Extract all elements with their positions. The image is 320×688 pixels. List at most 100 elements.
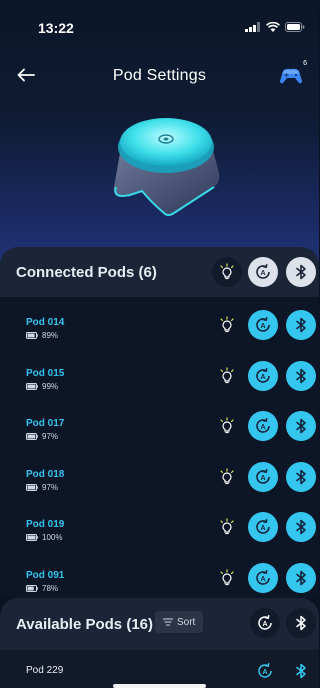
pod-auto-button[interactable]: A	[248, 562, 278, 593]
auto-cycle-icon: A	[256, 569, 270, 585]
bluetooth-icon	[296, 317, 306, 333]
bluetooth-icon	[296, 519, 306, 535]
pod-illustration	[113, 118, 220, 216]
battery-icon	[26, 433, 38, 440]
pod-light-button[interactable]	[212, 361, 242, 391]
pod-row[interactable]: Pod 015 99% A	[0, 351, 319, 401]
battery-icon	[26, 534, 38, 541]
available-pod-bluetooth-button[interactable]	[286, 656, 316, 686]
lightbulb-icon	[220, 263, 234, 280]
pod-row[interactable]: Pod 019 100% A	[0, 502, 319, 552]
pod-light-button[interactable]	[212, 310, 242, 340]
gamepad-icon	[280, 68, 302, 84]
battery-icon	[26, 483, 38, 491]
pod-bluetooth-button[interactable]	[286, 310, 316, 340]
available-auto-all-button[interactable]: A	[250, 608, 280, 638]
pod-battery-percent: 78%	[42, 583, 59, 593]
lightbulb-icon	[220, 417, 234, 434]
page-title: Pod Settings	[112, 67, 207, 84]
available-pods-title: Available Pods (16)	[16, 615, 153, 633]
lightbulb-icon	[220, 316, 234, 333]
battery-icon	[26, 584, 38, 592]
pod-auto-button[interactable]: A	[248, 461, 278, 492]
lightbulb-icon	[220, 568, 234, 585]
svg-text:A: A	[260, 475, 265, 482]
controller-count-badge: 6	[303, 60, 307, 67]
signal-icon	[245, 22, 260, 32]
hero-banner: 13:22 Pod Settings 6	[0, 0, 319, 262]
pod-auto-button[interactable]: A	[248, 411, 278, 441]
lightbulb-icon	[220, 518, 234, 535]
svg-text:A: A	[260, 323, 265, 330]
svg-text:A: A	[262, 621, 267, 628]
pod-light-button[interactable]	[212, 512, 242, 542]
lightbulb-icon	[220, 366, 234, 383]
status-bar: 13:22	[0, 0, 319, 44]
pod-battery-percent: 99%	[42, 381, 59, 391]
pod-bluetooth-button[interactable]	[286, 562, 316, 593]
status-icons	[245, 22, 305, 32]
bluetooth-icon	[296, 663, 306, 679]
home-indicator	[113, 684, 206, 688]
sort-lines-icon	[163, 618, 173, 626]
pod-name: Pod 015	[26, 367, 65, 379]
connected-bluetooth-all-button[interactable]	[286, 257, 316, 287]
bluetooth-icon	[296, 469, 306, 484]
pod-row[interactable]: Pod 091 78% A	[0, 553, 319, 603]
pod-name: Pod 014	[26, 317, 65, 328]
status-time: 13:22	[38, 20, 74, 36]
auto-cycle-icon: A	[256, 468, 270, 484]
pod-battery-percent: 89%	[42, 331, 59, 340]
available-pod-name: Pod 229	[26, 665, 64, 676]
pod-bluetooth-button[interactable]	[286, 461, 316, 492]
pod-battery: 97%	[26, 432, 58, 441]
pod-name: Pod 019	[26, 519, 65, 530]
controller-button[interactable]: 6	[279, 60, 307, 88]
available-pod-row[interactable]: Pod 229 A	[0, 650, 319, 688]
sort-label: Sort	[177, 616, 196, 628]
connected-pods-title: Connected Pods (6)	[16, 263, 157, 281]
connected-light-all-button[interactable]	[212, 257, 242, 287]
pod-light-button[interactable]	[212, 563, 242, 593]
pod-name: Pod 018	[26, 468, 65, 480]
lightbulb-icon	[220, 467, 234, 484]
svg-text:A: A	[262, 669, 267, 676]
connected-pods-header: Connected Pods (6) A	[0, 247, 319, 297]
auto-cycle-icon: A	[256, 418, 270, 433]
wifi-icon	[266, 22, 280, 32]
pod-auto-button[interactable]: A	[248, 512, 278, 542]
auto-cycle-icon: A	[256, 264, 270, 279]
pod-row[interactable]: Pod 014 89% A	[0, 300, 319, 350]
svg-text:A: A	[260, 270, 265, 277]
svg-text:A: A	[260, 374, 265, 381]
bluetooth-icon	[296, 264, 306, 280]
pod-light-button[interactable]	[212, 462, 242, 492]
pod-battery: 97%	[26, 483, 58, 492]
pod-battery: 99%	[26, 382, 58, 391]
pod-battery-percent: 100%	[42, 533, 63, 542]
auto-cycle-icon: A	[258, 615, 272, 630]
pod-row[interactable]: Pod 018 97% A	[0, 452, 319, 502]
pod-row[interactable]: Pod 017 97% A	[0, 401, 319, 451]
auto-cycle-icon: A	[256, 367, 270, 383]
pod-light-button[interactable]	[212, 411, 242, 441]
available-pod-auto-button[interactable]: A	[250, 656, 280, 686]
pod-bluetooth-button[interactable]	[286, 360, 316, 391]
pod-name: Pod 017	[26, 418, 65, 429]
pod-battery: 89%	[26, 331, 58, 340]
connected-auto-all-button[interactable]: A	[248, 257, 278, 287]
pod-battery-percent: 97%	[42, 432, 59, 441]
bluetooth-icon	[296, 615, 306, 631]
pod-bluetooth-button[interactable]	[286, 512, 316, 542]
pod-name: Pod 091	[26, 569, 65, 581]
pod-auto-button[interactable]: A	[248, 360, 278, 391]
sort-button[interactable]: Sort	[155, 611, 204, 633]
auto-cycle-icon: A	[256, 519, 270, 534]
svg-text:A: A	[260, 525, 265, 532]
pod-bluetooth-button[interactable]	[286, 411, 316, 441]
pod-auto-button[interactable]: A	[248, 310, 278, 340]
available-bluetooth-all-button[interactable]	[286, 608, 316, 638]
auto-cycle-icon: A	[258, 663, 272, 678]
bluetooth-icon	[296, 368, 306, 383]
battery-icon	[26, 382, 38, 390]
